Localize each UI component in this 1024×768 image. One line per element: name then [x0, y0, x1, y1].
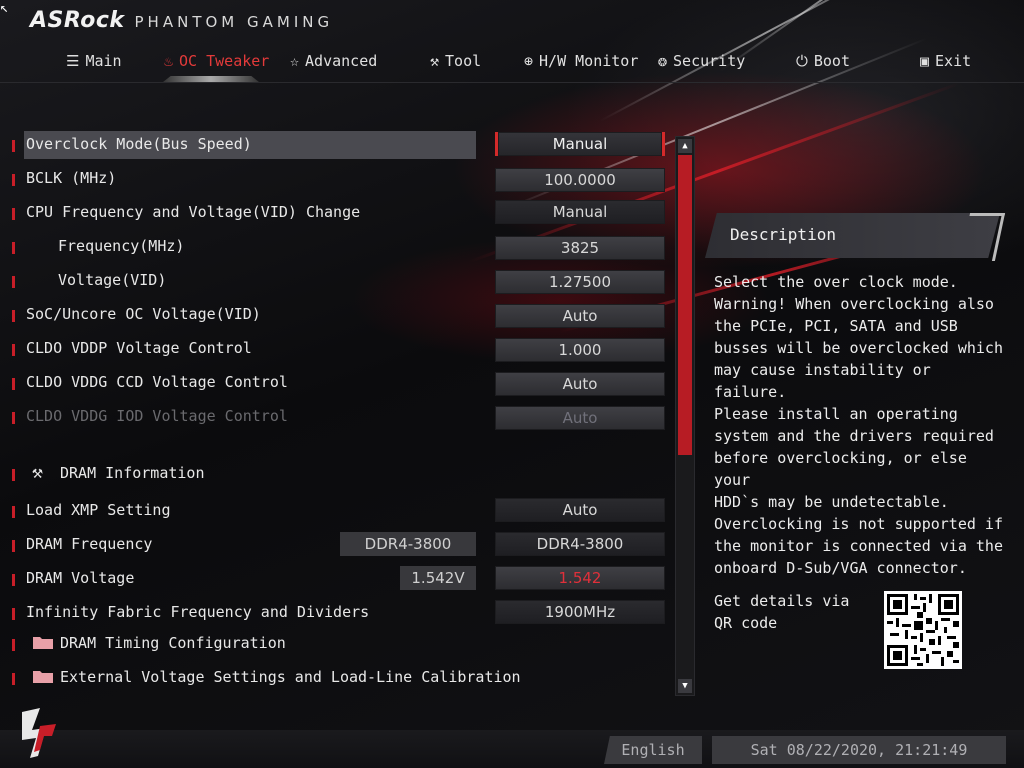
menu-item-label: Load XMP Setting [26, 501, 171, 519]
scrollbar-thumb[interactable] [678, 155, 692, 455]
phantom-gaming-subtitle: PHANTOM GAMING [134, 13, 334, 31]
folder-icon [32, 668, 54, 688]
row-marker [12, 242, 15, 254]
flame-icon: ♨ [164, 52, 174, 70]
menu-item-cpu-freq-voltage-change[interactable]: CPU Frequency and Voltage(VID) Change [0, 199, 480, 227]
row-marker [12, 469, 15, 481]
cldo-vddg-ccd-value[interactable]: Auto [495, 372, 665, 396]
row-marker [12, 412, 15, 424]
row-marker [12, 276, 15, 288]
list-icon: ☰ [66, 52, 80, 70]
menu-item-label: DRAM Voltage [26, 569, 135, 587]
menu-item-infinity-fabric[interactable]: Infinity Fabric Frequency and Dividers [0, 599, 480, 627]
menu-item-label: Voltage(VID) [58, 271, 167, 289]
row-marker [12, 506, 15, 518]
menu-scrollbar[interactable]: ▲ ▼ [675, 136, 695, 696]
mouse-cursor-icon: ↖ [0, 0, 9, 16]
tab-advanced[interactable]: ☆ Advanced [290, 52, 377, 70]
exit-door-icon: ▣ [920, 52, 930, 70]
menu-item-label: CLDO VDDG CCD Voltage Control [26, 373, 288, 391]
row-marker [12, 140, 15, 152]
language-selector[interactable]: English [604, 736, 702, 764]
infinity-fabric-value[interactable]: 1900MHz [495, 600, 665, 624]
row-marker [12, 639, 15, 651]
menu-item-overclock-mode[interactable]: Overclock Mode(Bus Speed) [0, 131, 480, 159]
menu-item-cldo-vddp[interactable]: CLDO VDDP Voltage Control [0, 335, 480, 363]
bclk-value[interactable]: 100.0000 [495, 168, 665, 192]
shield-icon: ❂ [658, 52, 668, 70]
menu-item-load-xmp[interactable]: Load XMP Setting [0, 497, 480, 525]
menu-item-frequency[interactable]: Frequency(MHz) [0, 233, 480, 261]
dram-frequency-value[interactable]: DDR4-3800 [495, 532, 665, 556]
menu-item-label: Infinity Fabric Frequency and Dividers [26, 603, 370, 621]
tab-boot[interactable]: ⏻ Boot [796, 52, 850, 70]
tab-oc-tweaker[interactable]: ♨ OC Tweaker [164, 52, 269, 70]
menu-section-dram-information[interactable]: ⚒ DRAM Information [0, 460, 480, 488]
dram-frequency-current: DDR4-3800 [340, 532, 476, 556]
row-marker [12, 574, 15, 586]
menu-item-label: DRAM Frequency [26, 535, 153, 553]
load-xmp-value[interactable]: Auto [495, 498, 665, 522]
row-marker [12, 608, 15, 620]
menu-item-label: Frequency(MHz) [58, 237, 185, 255]
qr-caption: Get details via QR code [714, 592, 850, 632]
scroll-down-arrow-icon[interactable]: ▼ [678, 679, 692, 693]
menu-item-label: CLDO VDDP Voltage Control [26, 339, 252, 357]
menu-item-label: CPU Frequency and Voltage(VID) Change [26, 203, 361, 221]
soc-uncore-voltage-value[interactable]: Auto [495, 304, 665, 328]
menu-item-label: SoC/Uncore OC Voltage(VID) [26, 305, 261, 323]
menu-item-label: DRAM Information [60, 464, 205, 482]
cldo-vddp-value[interactable]: 1.000 [495, 338, 665, 362]
tab-hw-monitor[interactable]: ⊕ H/W Monitor [524, 52, 638, 70]
dram-voltage-current: 1.542V [400, 566, 476, 590]
folder-icon [32, 634, 54, 654]
row-marker [12, 540, 15, 552]
phantom-gaming-logo-icon [10, 706, 60, 762]
row-marker [12, 673, 15, 685]
row-marker [12, 174, 15, 186]
date-time-display: Sat 08/22/2020, 21:21:49 [712, 736, 1006, 764]
voltage-vid-value[interactable]: 1.27500 [495, 270, 665, 294]
menu-item-label: DRAM Timing Configuration [60, 634, 286, 652]
tools-icon: ⚒ [32, 462, 43, 483]
cldo-vddg-iod-value: Auto [495, 406, 665, 430]
row-marker [12, 378, 15, 390]
frequency-value[interactable]: 3825 [495, 236, 665, 260]
top-nav: ☰ Main ♨ OC Tweaker ☆ Advanced ⚒ Tool ⊕ H/W M… [0, 46, 1024, 82]
menu-folder-external-voltage[interactable]: External Voltage Settings and Load-Line … [0, 664, 521, 692]
menu-item-soc-uncore-voltage[interactable]: SoC/Uncore OC Voltage(VID) [0, 301, 480, 329]
menu-item-label: Overclock Mode(Bus Speed) [26, 135, 252, 153]
brand-header: ASRock PHANTOM GAMING [30, 8, 333, 38]
nav-divider [0, 82, 1024, 83]
overclock-mode-value[interactable]: Manual [495, 132, 665, 156]
asrock-logo: ASRock [30, 8, 125, 33]
tab-tool[interactable]: ⚒ Tool [430, 52, 481, 70]
dram-voltage-value[interactable]: 1.542 [495, 566, 665, 590]
tab-exit[interactable]: ▣ Exit [920, 52, 971, 70]
tab-main[interactable]: ☰ Main [66, 52, 122, 70]
qr-code-icon [884, 591, 962, 669]
crosshair-icon: ⊕ [524, 52, 534, 70]
menu-item-label: BCLK (MHz) [26, 169, 117, 187]
power-icon: ⏻ [796, 52, 808, 70]
description-text: Select the over clock mode. Warning! Whe… [714, 273, 1003, 577]
description-title: Description [730, 225, 836, 244]
menu-folder-dram-timing[interactable]: DRAM Timing Configuration [0, 630, 480, 658]
menu-item-label: External Voltage Settings and Load-Line … [60, 668, 521, 686]
menu-item-label: CLDO VDDG IOD Voltage Control [26, 407, 288, 425]
tools-icon: ⚒ [430, 52, 440, 70]
star-icon: ☆ [290, 52, 300, 70]
menu-item-cldo-vddg-ccd[interactable]: CLDO VDDG CCD Voltage Control [0, 369, 480, 397]
menu-item-voltage-vid[interactable]: Voltage(VID) [0, 267, 480, 295]
scroll-up-arrow-icon[interactable]: ▲ [678, 139, 692, 153]
row-marker [12, 310, 15, 322]
menu-item-cldo-vddg-iod: CLDO VDDG IOD Voltage Control [0, 403, 480, 431]
menu-item-bclk[interactable]: BCLK (MHz) [0, 165, 480, 193]
tab-security[interactable]: ❂ Security [658, 52, 745, 70]
description-header: Description [705, 213, 1006, 261]
row-marker [12, 208, 15, 220]
row-marker [12, 344, 15, 356]
cpu-freq-voltage-change-value[interactable]: Manual [495, 200, 665, 224]
